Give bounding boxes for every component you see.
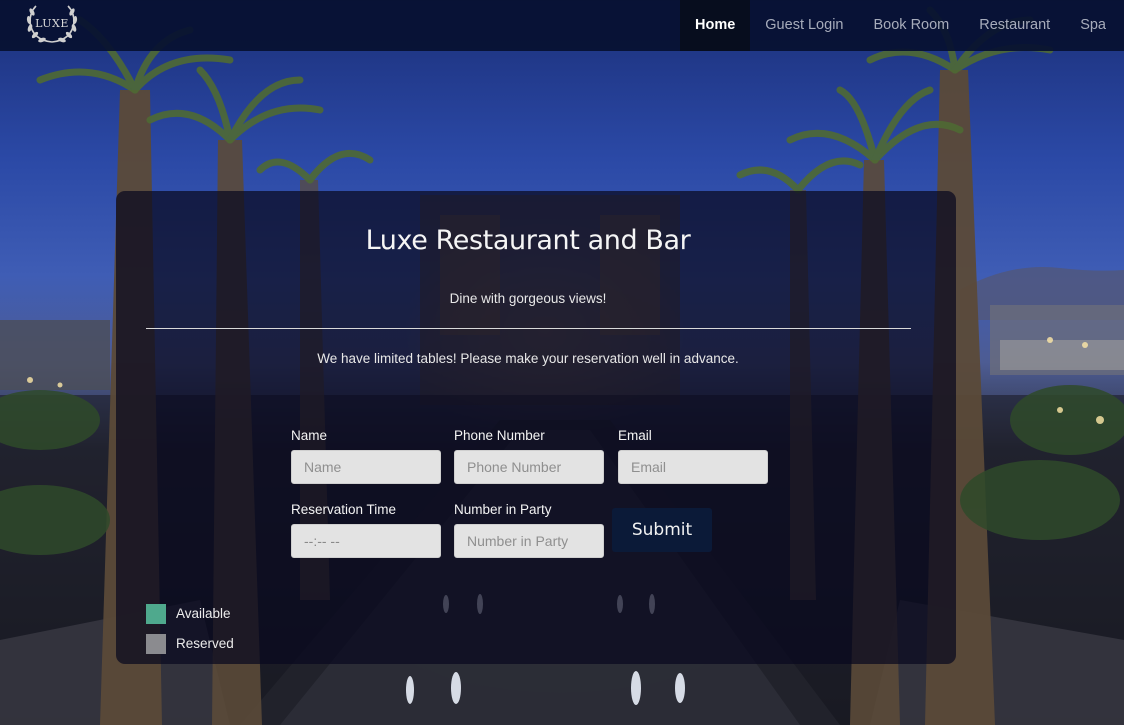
- reservation-panel: Luxe Restaurant and Bar Dine with gorgeo…: [116, 191, 956, 664]
- luxe-logo[interactable]: LUXE: [24, 2, 80, 48]
- name-input[interactable]: [291, 450, 441, 484]
- legend-label-reserved: Reserved: [176, 636, 234, 651]
- legend-label-available: Available: [176, 606, 231, 621]
- nav-item-book-room[interactable]: Book Room: [858, 0, 964, 51]
- email-input[interactable]: [618, 450, 768, 484]
- reservation-note: We have limited tables! Please make your…: [317, 351, 739, 366]
- nav-item-spa[interactable]: Spa: [1065, 0, 1124, 51]
- party-size-input[interactable]: [454, 524, 604, 558]
- nav-item-home[interactable]: Home: [679, 0, 751, 51]
- phone-input[interactable]: [454, 450, 604, 484]
- reservation-time-input[interactable]: [291, 524, 441, 558]
- nav-item-restaurant[interactable]: Restaurant: [964, 0, 1065, 51]
- name-label: Name: [291, 428, 328, 443]
- party-size-label: Number in Party: [454, 502, 552, 517]
- reservation-time-label: Reservation Time: [291, 502, 397, 517]
- nav-menu: Home Guest Login Book Room Restaurant Sp…: [679, 0, 1124, 51]
- phone-label: Phone Number: [454, 428, 545, 443]
- page-subtitle: Dine with gorgeous views!: [449, 291, 607, 306]
- reserved-swatch: [146, 634, 166, 654]
- submit-button[interactable]: Submit: [612, 508, 712, 552]
- email-label: Email: [618, 428, 652, 443]
- divider: [146, 328, 911, 329]
- page-title: Luxe Restaurant and Bar: [365, 225, 691, 256]
- nav-item-guest-login[interactable]: Guest Login: [750, 0, 858, 51]
- top-navbar: LUXE Home Guest Login Book Room Restaura…: [0, 0, 1124, 51]
- logo-text: LUXE: [35, 17, 69, 30]
- available-swatch: [146, 604, 166, 624]
